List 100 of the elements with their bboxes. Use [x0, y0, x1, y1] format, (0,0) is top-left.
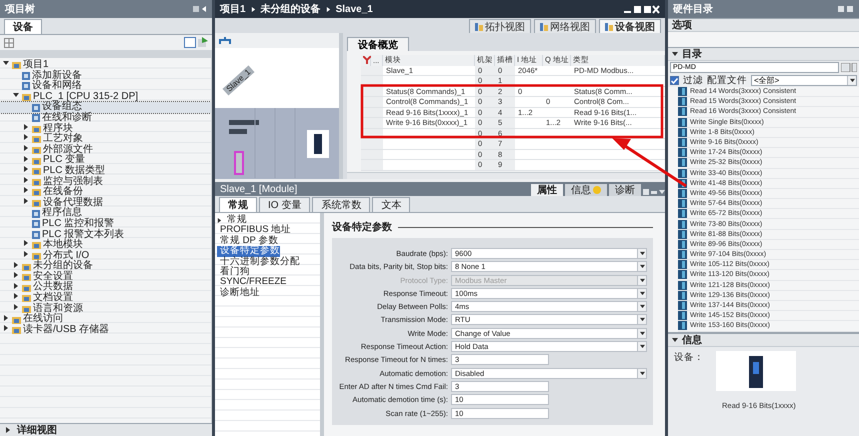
breadcrumb-item[interactable]: 未分组的设备 [260, 2, 321, 16]
module-icon [678, 311, 687, 320]
dropdown-arrow-icon[interactable] [640, 330, 644, 336]
filter-icon[interactable] [363, 56, 371, 64]
tree-item[interactable]: 在线备份 [0, 187, 211, 198]
tree-item[interactable]: 添加新设备 [0, 70, 211, 82]
tree-item[interactable]: 读卡器/USB 存储器 [0, 324, 211, 336]
overview-tab[interactable]: 设备概览 [347, 37, 409, 51]
collapsed-icon[interactable] [13, 293, 19, 300]
collapsed-icon[interactable] [23, 198, 29, 204]
collapsed-icon[interactable] [13, 272, 19, 278]
chevron-right-icon[interactable] [326, 6, 331, 12]
module-icon [605, 22, 613, 30]
collapsed-icon[interactable] [23, 124, 29, 130]
inspector-tab[interactable]: 信息 [565, 184, 607, 196]
collapsed-icon[interactable] [3, 314, 9, 321]
collapsed-icon[interactable] [5, 427, 11, 433]
section-header[interactable]: 选项 [668, 18, 859, 32]
module-icon [678, 97, 687, 106]
tree-item[interactable]: 设备和网络 [0, 81, 211, 92]
dropdown-arrow-icon[interactable] [850, 78, 854, 83]
nav-item[interactable]: PROFIBUS 地址 [217, 225, 292, 236]
details-view-bar[interactable]: 详细视图 [0, 423, 212, 436]
tree-item[interactable]: 本地模块 [0, 240, 211, 251]
module-icon [678, 250, 687, 260]
collapsed-icon[interactable] [217, 218, 222, 223]
expanded-icon[interactable] [672, 51, 678, 57]
dropdown-arrow-icon[interactable] [640, 370, 644, 376]
toolbar-icons[interactable] [184, 37, 208, 48]
checkbox[interactable] [670, 76, 679, 85]
section-header[interactable]: 目录 [668, 47, 859, 61]
dropdown-arrow-icon[interactable] [640, 317, 644, 322]
window-controls-icon[interactable] [624, 4, 660, 14]
dropdown-arrow-icon[interactable] [640, 264, 644, 270]
network-icon[interactable] [219, 36, 231, 45]
tree-item[interactable]: PLC 变量 [0, 155, 211, 166]
tab[interactable]: 系统常数 [312, 197, 370, 212]
inspector-tab[interactable]: 诊断 [609, 184, 641, 196]
tree-item[interactable]: PLC 监控和报警 [0, 218, 211, 230]
tree-item[interactable]: 文档设置 [0, 293, 211, 304]
tree-item[interactable]: 程序信息 [0, 208, 211, 219]
module-icon [678, 209, 687, 218]
dropdown-arrow-icon[interactable] [640, 304, 644, 310]
row-header[interactable] [371, 86, 383, 97]
collapsed-icon[interactable] [23, 166, 29, 172]
module-icon [678, 270, 687, 280]
view-tab[interactable]: 网络视图 [534, 19, 596, 33]
horizontal-scrollbar[interactable] [347, 172, 665, 179]
module-icon [678, 301, 687, 310]
collapsed-icon[interactable] [13, 282, 19, 289]
nav-item[interactable]: 十六进制参数分配 [217, 256, 300, 267]
expanded-icon[interactable] [672, 337, 678, 343]
tree-item[interactable]: 分布式 I/O [0, 250, 211, 262]
collapsed-icon[interactable] [23, 134, 29, 140]
collapsed-icon[interactable] [3, 325, 9, 332]
tree-item[interactable]: 项目1 [0, 60, 211, 71]
collapsed-icon[interactable] [23, 176, 29, 183]
grid-icon[interactable] [4, 38, 14, 48]
collapsed-icon[interactable] [13, 262, 19, 268]
module-icon [678, 321, 687, 330]
tree-item[interactable]: PLC 数据类型 [0, 166, 211, 177]
tab[interactable]: IO 变量 [259, 197, 310, 212]
tree-item[interactable]: 未分组的设备 [0, 261, 211, 272]
tree-item[interactable]: PLC_1 [CPU 315-2 DP] [0, 92, 211, 102]
breadcrumb-item[interactable]: 项目1 [220, 2, 246, 16]
dropdown-arrow-icon[interactable] [640, 344, 644, 350]
view-tab[interactable]: 设备视图 [599, 19, 661, 33]
collapsed-icon[interactable] [23, 145, 29, 152]
expanded-icon[interactable] [3, 60, 9, 66]
tab[interactable]: 常规 [219, 197, 257, 212]
pin-icon[interactable] [193, 5, 207, 13]
nav-item[interactable]: 诊断地址 [217, 288, 260, 298]
expanded-icon[interactable] [13, 92, 19, 98]
properties-header: Slave_1 [Module] 属性 信息 诊断 [215, 182, 665, 196]
collapsed-icon[interactable] [13, 304, 19, 310]
chevron-right-icon[interactable] [250, 6, 256, 12]
tree-item[interactable]: 工艺对象 [0, 134, 211, 145]
search-icon[interactable] [841, 63, 857, 72]
nav-item[interactable]: 看门狗 [217, 266, 250, 278]
nav-item[interactable]: 常规 [224, 215, 247, 226]
tree-item[interactable]: 在线访问 [0, 314, 211, 325]
collapsed-icon[interactable] [23, 156, 29, 162]
view-tab[interactable]: 拓扑视图 [469, 19, 531, 33]
module-icon [678, 158, 687, 168]
nav-item[interactable]: 常规 DP 参数 [217, 236, 278, 246]
nav-item[interactable]: SYNC/FREEZE [217, 277, 287, 288]
collapsed-icon[interactable] [23, 250, 29, 257]
tab[interactable]: 设备 [4, 19, 42, 34]
tab[interactable]: 文本 [372, 197, 410, 212]
inspector-tab[interactable]: 属性 [531, 184, 563, 196]
dropdown[interactable]: <全部> [751, 75, 857, 86]
folder-icon [12, 61, 21, 70]
dropdown-arrow-icon[interactable] [640, 290, 644, 296]
module-icon [475, 22, 483, 30]
table-cell [515, 139, 543, 150]
collapsed-icon[interactable] [23, 240, 29, 246]
breadcrumb-item[interactable]: Slave_1 [336, 4, 373, 14]
collapsed-icon[interactable] [23, 187, 29, 194]
dropdown-arrow-icon[interactable] [640, 251, 644, 256]
section-header[interactable]: 信息 [668, 333, 859, 347]
